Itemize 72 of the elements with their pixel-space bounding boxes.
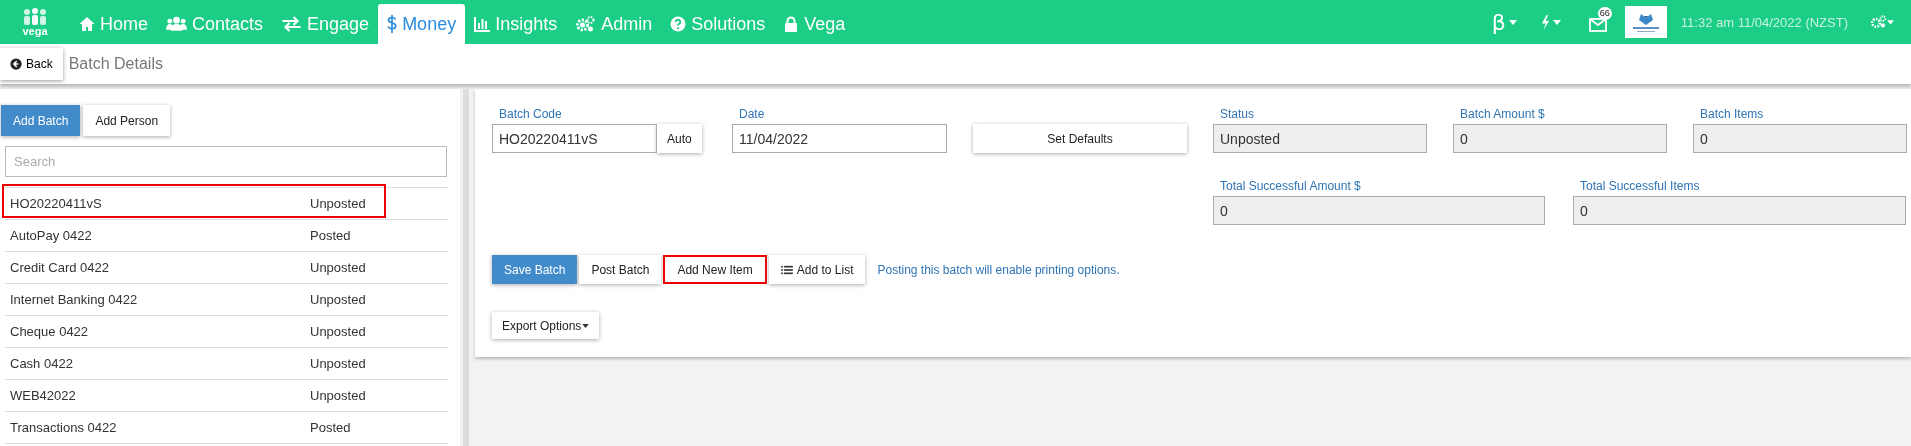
gears-icon <box>575 16 597 32</box>
batch-name: WEB42022 <box>10 388 77 403</box>
batch-status: Unposted <box>310 196 366 211</box>
export-options-button[interactable]: Export Options <box>492 312 600 339</box>
back-button[interactable]: Back <box>0 48 63 80</box>
add-person-button[interactable]: Add Person <box>83 105 171 136</box>
info-note: Posting this batch will enable printing options. <box>877 262 1120 277</box>
search-field[interactable]: Search <box>5 146 447 177</box>
batch-row[interactable]: Internet Banking 0422 Unposted <box>5 284 448 316</box>
field-label: Batch Items <box>1699 107 1765 121</box>
caret-icon <box>1552 19 1561 25</box>
action-button[interactable]: Save Batch <box>492 255 578 284</box>
bar-chart-icon <box>474 16 491 32</box>
batch-row[interactable]: Credit Card 0422 Unposted <box>5 252 448 284</box>
logo-text: vega <box>22 25 48 37</box>
question-circle-icon <box>670 16 687 32</box>
readonly-field[interactable]: Unposted <box>1213 124 1427 153</box>
readonly-field[interactable]: 0 <box>1453 124 1667 153</box>
field-label: Status <box>1219 107 1256 121</box>
batch-row[interactable]: AutoPay 0422 Posted <box>5 220 448 252</box>
batch-name: Internet Banking 0422 <box>10 292 139 307</box>
people-logo-icon <box>22 7 48 26</box>
notification-badge: 66 <box>1597 7 1612 20</box>
list-icon <box>780 264 793 275</box>
caret-icon <box>1508 19 1517 25</box>
batch-row[interactable]: WEB42022 Unposted <box>5 380 448 412</box>
field-label: Batch Amount $ <box>1459 107 1546 121</box>
gears-icon[interactable] <box>1870 15 1894 29</box>
date-field[interactable]: 11/04/2022 <box>732 124 947 153</box>
field-label: Batch Code <box>498 107 563 121</box>
batch-status: Posted <box>310 228 351 243</box>
people-icon <box>166 16 187 32</box>
date-time: 11:32 am 11/04/2022 (NZST) <box>1680 14 1848 30</box>
set-defaults-button[interactable]: Set Defaults <box>973 124 1187 153</box>
readonly-field[interactable]: 0 <box>1693 124 1907 153</box>
dollar-icon <box>387 15 398 33</box>
home-icon <box>79 16 95 32</box>
batch-status: Unposted <box>310 388 366 403</box>
exchange-arrows-icon <box>281 16 303 32</box>
batch-status: Unposted <box>310 292 366 307</box>
nav-tab[interactable]: Money <box>378 4 466 44</box>
lock-icon <box>783 16 800 32</box>
action-button[interactable]: Add to List <box>768 255 866 284</box>
lightning-bolt-icon[interactable] <box>1540 14 1550 30</box>
envelope-icon[interactable] <box>1588 18 1607 32</box>
batch-status: Unposted <box>310 260 366 275</box>
batch-row[interactable]: Cash 0422 Unposted <box>5 348 448 380</box>
auto-button[interactable]: Auto <box>657 124 702 153</box>
field-label: Total Successful Amount $ <box>1219 179 1362 193</box>
field-label: Date <box>738 107 766 121</box>
action-button[interactable]: Add New Item <box>663 255 767 284</box>
page-title: Batch Details <box>68 55 163 73</box>
readonly-field[interactable]: 0 <box>1213 196 1545 225</box>
batch-status: Unposted <box>310 356 366 371</box>
batch-status: Posted <box>310 420 351 435</box>
batch-name: Transactions 0422 <box>10 420 118 435</box>
back-arrow-circle-icon <box>10 58 22 70</box>
batch-name: HO20220411vS <box>10 196 103 211</box>
batch-name: Cheque 0422 <box>10 324 90 339</box>
action-button[interactable]: Post Batch <box>579 255 662 284</box>
batch-name: AutoPay 0422 <box>10 228 93 243</box>
batch-row[interactable]: Cheque 0422 Unposted <box>5 316 448 348</box>
field-label: Total Successful Items <box>1579 179 1701 193</box>
batch-name: Cash 0422 <box>10 356 74 371</box>
batch-status: Unposted <box>310 324 366 339</box>
batch-code-field[interactable]: HO20220411vS <box>492 124 657 153</box>
caret-icon <box>582 323 590 328</box>
batch-row[interactable]: Transactions 0422 Posted <box>5 412 448 444</box>
readonly-field[interactable]: 0 <box>1573 196 1906 225</box>
batch-name: Credit Card 0422 <box>10 260 110 275</box>
batch-row[interactable]: HO20220411vS Unposted <box>5 188 448 220</box>
add-batch-button[interactable]: Add Batch <box>1 105 81 136</box>
